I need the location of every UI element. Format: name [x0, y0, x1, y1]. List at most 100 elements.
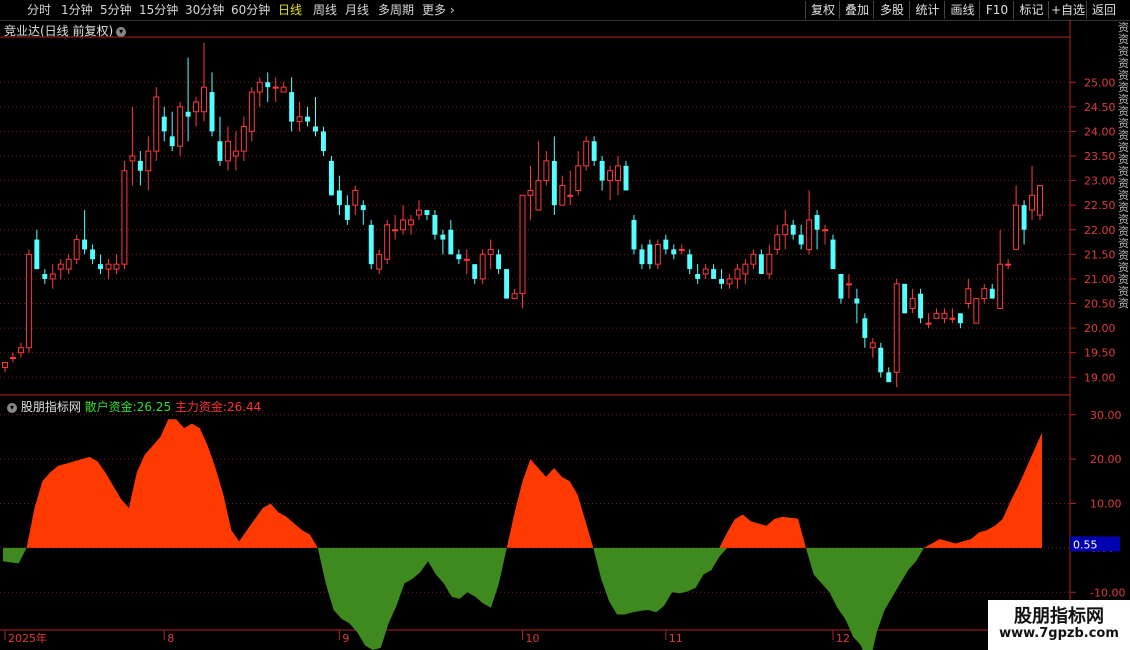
- candle-body-up: [527, 189, 534, 196]
- current-value-label: 0.55: [1073, 538, 1098, 551]
- main-ytick-label: 23.50: [1084, 150, 1116, 163]
- candle-body-up: [678, 248, 685, 251]
- candle-body-up: [766, 253, 773, 275]
- candle-body-up: [1029, 194, 1036, 211]
- candle-body-up: [567, 194, 574, 197]
- candle-body-down: [137, 160, 143, 171]
- candle-body-up: [129, 155, 136, 162]
- candle-body-down: [320, 131, 326, 152]
- sub-ytick-label: -10.00: [1090, 586, 1125, 599]
- candle-body-down: [711, 269, 717, 279]
- candle-body-up: [105, 263, 112, 270]
- candle-body-up: [909, 298, 916, 309]
- positive-area: [3, 419, 1042, 548]
- candle-body-up: [2, 362, 8, 368]
- main-ytick-label: 20.50: [1084, 298, 1116, 311]
- candle-body-up: [726, 278, 733, 285]
- candle-body-up: [201, 86, 208, 113]
- candle-body-down: [551, 160, 557, 206]
- candle-body-up: [145, 150, 152, 172]
- candle-body-up: [981, 288, 988, 300]
- candle-body-up: [519, 194, 526, 295]
- candle-body-up: [750, 253, 757, 265]
- candle-body-up: [224, 140, 231, 162]
- candle-body-up: [941, 312, 948, 319]
- candle-body-up: [654, 244, 661, 265]
- candle-body-up: [806, 219, 813, 250]
- candle-body-up: [392, 229, 399, 232]
- candle-body-down: [34, 239, 40, 270]
- candle-body-down: [360, 205, 366, 211]
- candle-body-up: [965, 288, 972, 304]
- main-ytick-label: 21.00: [1084, 273, 1116, 286]
- candle-body-down: [289, 92, 295, 122]
- candle-body-up: [845, 283, 852, 286]
- candle-body-down: [368, 224, 374, 265]
- candle-body-up: [774, 234, 781, 250]
- candle-body-down: [1021, 205, 1027, 230]
- main-ytick-label: 24.00: [1084, 125, 1116, 138]
- candle-body-up: [535, 180, 542, 211]
- candle-body-down: [902, 283, 908, 314]
- candle-body-down: [631, 219, 637, 250]
- candle-body-up: [352, 189, 359, 206]
- candle-body-down: [90, 249, 96, 260]
- candle-body-down: [504, 269, 510, 299]
- candle-body-down: [82, 239, 88, 250]
- main-ytick-label: 22.50: [1084, 199, 1116, 212]
- candle-body-up: [1037, 185, 1043, 216]
- main-ytick-label: 21.50: [1084, 248, 1116, 261]
- candle-body-down: [432, 215, 438, 235]
- candle-body-up: [65, 258, 72, 270]
- x-tick-label: 12: [836, 632, 850, 645]
- candle-body-up: [463, 258, 470, 261]
- candle-body-up: [232, 150, 239, 157]
- candle-body-up: [949, 317, 956, 320]
- candle-body-up: [272, 86, 279, 89]
- candle-body-up: [153, 96, 160, 152]
- candle-body-down: [472, 264, 478, 279]
- candle-body-down: [854, 298, 860, 304]
- stock-chart[interactable]: 19.00 19.50 20.00 20.50 21.00 21.50 22.00 22.50…: [0, 0, 1130, 650]
- candle-body-down: [456, 254, 462, 260]
- candle-body-down: [687, 254, 693, 270]
- main-ytick-label: 23.00: [1084, 175, 1116, 188]
- candle-body-down: [798, 234, 804, 245]
- candle-body-down: [344, 205, 350, 220]
- candle-body-down: [440, 234, 446, 240]
- candle-body-up: [893, 283, 900, 373]
- candle-body-up: [997, 263, 1004, 309]
- candle-body-up: [782, 224, 789, 236]
- candle-body-up: [384, 224, 391, 260]
- x-tick-label: 10: [526, 632, 540, 645]
- candle-body-up: [256, 81, 263, 93]
- main-ytick-label: 24.50: [1084, 101, 1116, 114]
- candle-body-down: [639, 249, 645, 265]
- candle-body-up: [487, 248, 494, 255]
- candle-body-up: [121, 170, 128, 265]
- candle-body-up: [1005, 263, 1012, 266]
- candle-body-up: [607, 170, 614, 182]
- main-ytick-label: 19.00: [1084, 371, 1116, 384]
- candle-body-down: [496, 254, 502, 270]
- candle-body-down: [663, 239, 669, 250]
- watermark-line2: www.7gpzb.com: [999, 626, 1119, 641]
- candle-body-down: [169, 136, 175, 147]
- candle-body-down: [448, 229, 454, 255]
- candle-body-up: [479, 253, 486, 280]
- candle-body-down: [838, 274, 844, 299]
- candle-body-down: [336, 190, 342, 206]
- candle-body-down: [957, 313, 963, 324]
- candle-body-down: [185, 111, 191, 117]
- candle-body-up: [973, 298, 980, 324]
- candle-body-down: [42, 274, 48, 279]
- candle-body-down: [591, 141, 597, 161]
- candle-body-up: [822, 229, 829, 232]
- candle-body-down: [209, 92, 215, 132]
- watermark-line1: 股朋指标网: [1014, 606, 1104, 627]
- watermark-logo: 股朋指标网 www.7gpzb.com: [988, 600, 1130, 650]
- x-tick-label: 8: [167, 632, 174, 645]
- candle-body-down: [98, 264, 104, 270]
- candle-body-down: [217, 141, 223, 161]
- candle-body-up: [57, 263, 64, 270]
